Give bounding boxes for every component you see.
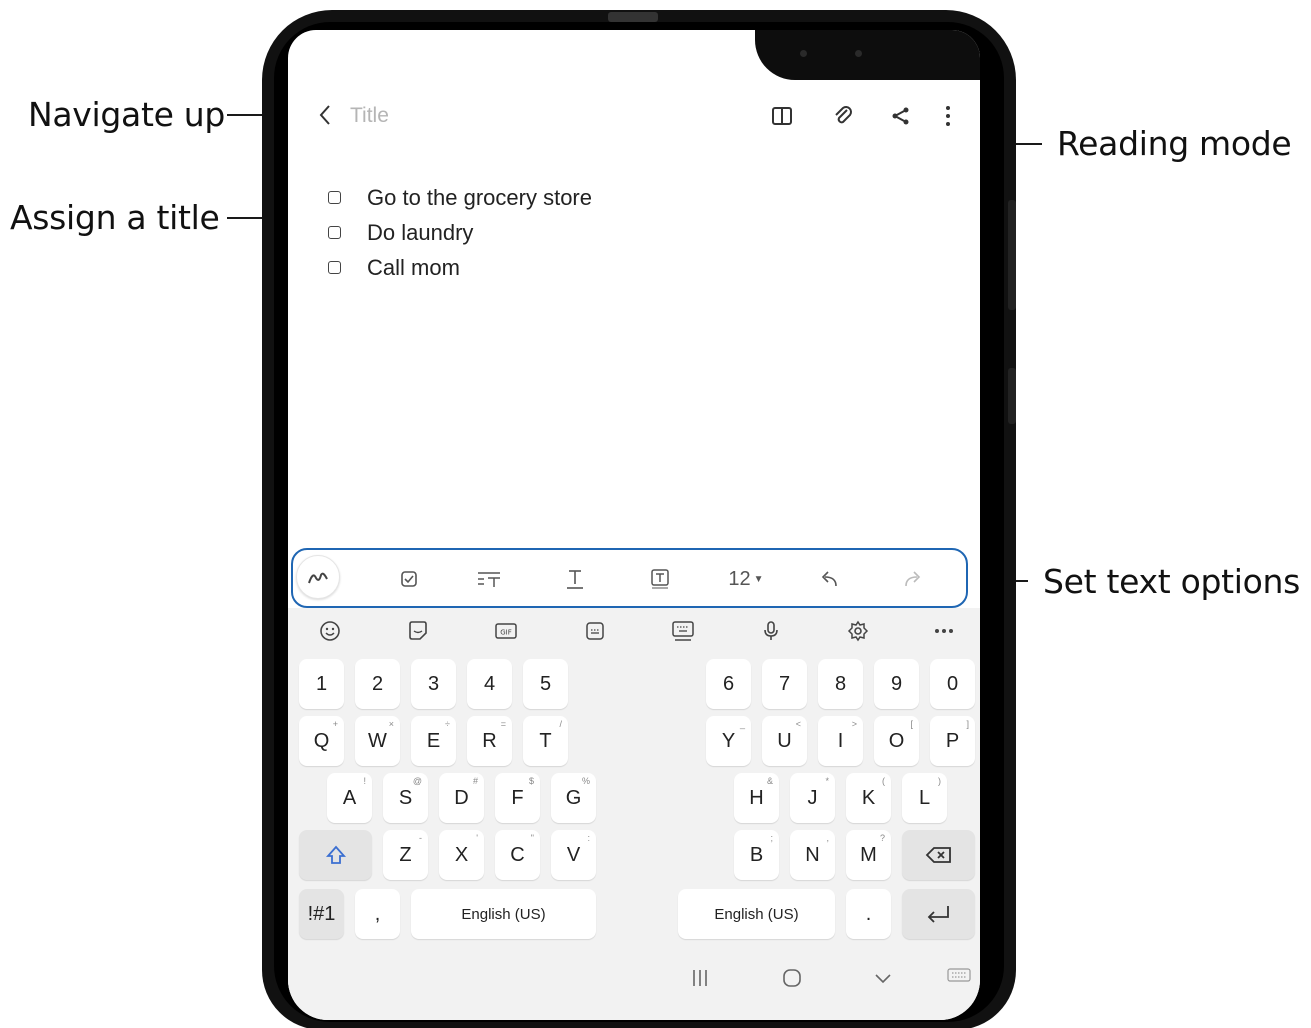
key-w[interactable]: × W <box>355 716 400 766</box>
checklist-item-text[interactable]: Call mom <box>367 255 460 281</box>
key-m[interactable]: ? M <box>846 830 891 880</box>
period-key[interactable]: . <box>846 889 891 939</box>
more-options-icon[interactable] <box>934 102 962 130</box>
key-7[interactable]: 7 <box>762 659 807 709</box>
phone-screen: Title Go to the grocery store Do laundry… <box>288 30 980 1020</box>
keyboard-clipboard-icon[interactable] <box>582 618 608 644</box>
key-1[interactable]: 1 <box>299 659 344 709</box>
key-e[interactable]: ÷ E <box>411 716 456 766</box>
keyboard-switch-icon[interactable] <box>947 968 971 991</box>
enter-icon <box>927 906 949 923</box>
enter-key[interactable] <box>902 889 975 939</box>
key-j[interactable]: * J <box>790 773 835 823</box>
key-g[interactable]: % G <box>551 773 596 823</box>
home-icon[interactable] <box>782 968 802 993</box>
recent-apps-icon[interactable] <box>691 968 709 993</box>
space-key-left[interactable]: English (US) <box>411 889 596 939</box>
front-camera <box>855 50 862 57</box>
key-3[interactable]: 3 <box>411 659 456 709</box>
side-button-power <box>1008 368 1016 424</box>
hide-keyboard-icon[interactable] <box>873 968 893 993</box>
chevron-left-icon[interactable] <box>314 100 336 132</box>
key-h[interactable]: & H <box>734 773 779 823</box>
settings-icon[interactable] <box>845 618 871 644</box>
key-v[interactable]: :V <box>551 830 596 880</box>
key-2[interactable]: 2 <box>355 659 400 709</box>
key-f[interactable]: $ F <box>495 773 540 823</box>
callout-reading-mode: Reading mode <box>1057 124 1292 163</box>
key-l[interactable]: ) L <box>902 773 947 823</box>
checklist-item[interactable]: Go to the grocery store <box>328 180 592 215</box>
key-s[interactable]: @ S <box>383 773 428 823</box>
emoji-icon[interactable] <box>317 618 343 644</box>
checklist-item[interactable]: Do laundry <box>328 215 592 250</box>
app-bar: Title <box>288 90 980 148</box>
more-icon[interactable] <box>931 618 957 644</box>
callout-set-text-options: Set text options <box>1043 562 1301 601</box>
side-button-volume <box>1008 200 1016 310</box>
svg-text:GIF: GIF <box>500 629 512 637</box>
checkbox-icon[interactable] <box>328 191 341 204</box>
key-9[interactable]: 9 <box>874 659 919 709</box>
checklist-item-text[interactable]: Go to the grocery store <box>367 185 592 211</box>
key-c[interactable]: " C <box>495 830 540 880</box>
key-6[interactable]: 6 <box>706 659 751 709</box>
phone-hinge <box>608 12 658 22</box>
camera-notch <box>755 30 980 80</box>
mic-icon[interactable] <box>758 618 784 644</box>
key-a[interactable]: ! A <box>327 773 372 823</box>
front-camera <box>800 50 807 57</box>
backspace-icon <box>925 847 951 863</box>
share-icon[interactable] <box>887 102 915 130</box>
key-8[interactable]: 8 <box>818 659 863 709</box>
comma-key[interactable]: , <box>355 889 400 939</box>
shift-key[interactable] <box>299 830 372 880</box>
key-o[interactable]: [O <box>874 716 919 766</box>
key-0[interactable]: 0 <box>930 659 975 709</box>
key-k[interactable]: (K <box>846 773 891 823</box>
key-5[interactable]: 5 <box>523 659 568 709</box>
shift-icon <box>325 845 346 864</box>
gif-icon[interactable]: GIF <box>493 618 519 644</box>
key-q[interactable]: + Q <box>299 716 344 766</box>
key-r[interactable]: = R <box>467 716 512 766</box>
note-checklist: Go to the grocery store Do laundry Call … <box>328 180 592 285</box>
title-input[interactable]: Title <box>350 104 389 128</box>
key-x[interactable]: ' X <box>439 830 484 880</box>
symbols-key[interactable]: !#1 <box>299 889 344 939</box>
attach-icon[interactable] <box>829 102 857 130</box>
key-i[interactable]: > I <box>818 716 863 766</box>
keyboard-toolbar: GIF <box>288 608 980 654</box>
key-4[interactable]: 4 <box>467 659 512 709</box>
text-options-highlight <box>291 548 968 608</box>
space-key-right[interactable]: English (US) <box>678 889 835 939</box>
key-n[interactable]: ,N <box>790 830 835 880</box>
callout-navigate-up: Navigate up <box>28 95 226 134</box>
key-p[interactable]: ] P <box>930 716 975 766</box>
key-d[interactable]: # D <box>439 773 484 823</box>
checkbox-icon[interactable] <box>328 226 341 239</box>
key-t[interactable]: / T <box>523 716 568 766</box>
navigation-bar <box>288 950 980 1010</box>
keyboard-layout-icon[interactable] <box>670 618 696 644</box>
callout-marker-navigate <box>296 113 297 114</box>
backspace-key[interactable] <box>902 830 975 880</box>
checklist-item-text[interactable]: Do laundry <box>367 220 473 246</box>
key-b[interactable]: ; B <box>734 830 779 880</box>
key-z[interactable]: -Z <box>383 830 428 880</box>
key-u[interactable]: < U <box>762 716 807 766</box>
callout-assign-title: Assign a title <box>10 198 220 237</box>
sticker-icon[interactable] <box>405 618 431 644</box>
reading-mode-icon[interactable] <box>768 102 796 130</box>
checklist-item[interactable]: Call mom <box>328 250 592 285</box>
checkbox-icon[interactable] <box>328 261 341 274</box>
key-y[interactable]: _ Y <box>706 716 751 766</box>
